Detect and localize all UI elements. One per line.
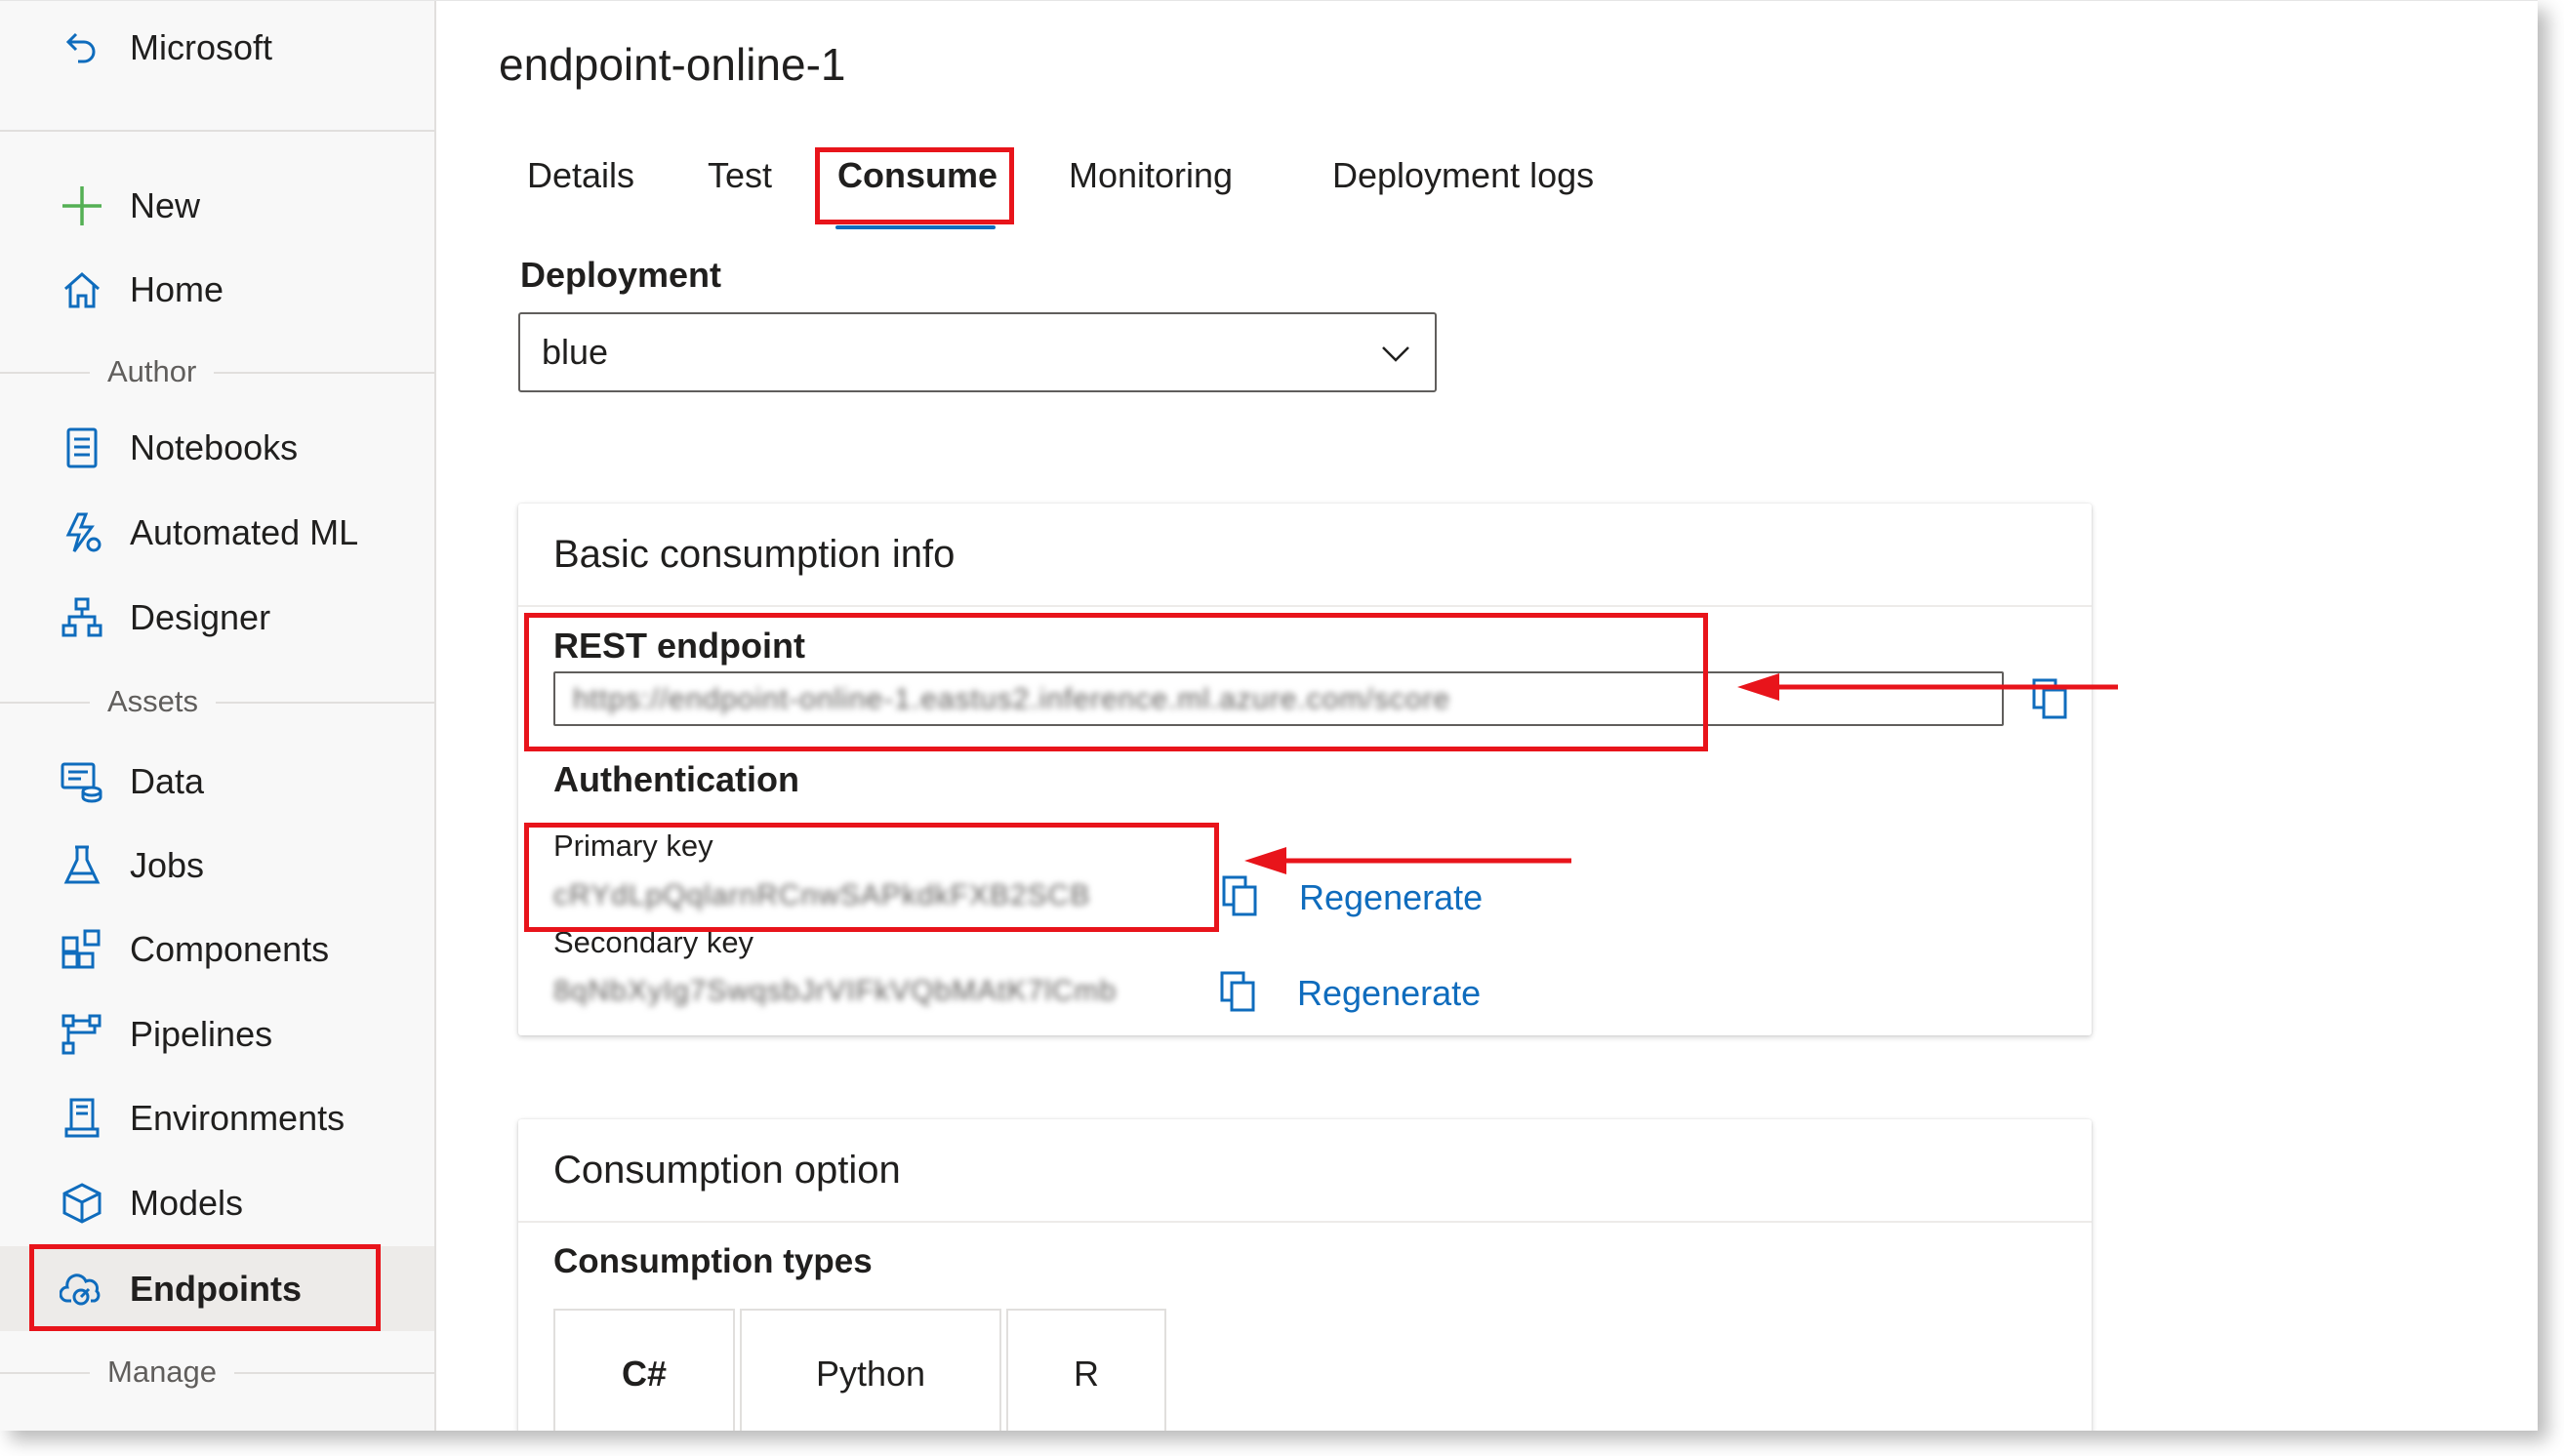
nav-item-notebooks[interactable]: Notebooks — [0, 409, 434, 487]
plus-icon — [59, 182, 105, 229]
nav-item-designer[interactable]: Designer — [0, 579, 434, 657]
nav-label: Pipelines — [130, 1014, 273, 1054]
copy-icon[interactable] — [1221, 874, 1260, 917]
nav-label: Jobs — [130, 845, 205, 885]
regenerate-secondary-link[interactable]: Regenerate — [1297, 973, 1481, 1014]
left-nav: Microsoft New Home Author Notebooks Auto… — [0, 1, 436, 1431]
nav-label: Environments — [130, 1098, 346, 1138]
nav-item-models[interactable]: Models — [0, 1164, 434, 1242]
annotation-box-rest-endpoint — [524, 613, 1708, 751]
nav-item-environments[interactable]: Environments — [0, 1079, 434, 1157]
page-title: endpoint-online-1 — [499, 39, 846, 90]
nav-header: Microsoft — [0, 1, 434, 132]
basic-consumption-card: Basic consumption info REST endpoint htt… — [518, 504, 2092, 1035]
consumption-types-label: Consumption types — [553, 1242, 873, 1280]
nav-item-data[interactable]: Data — [0, 743, 434, 821]
nav-label: Data — [130, 761, 205, 801]
chevron-down-icon — [1380, 338, 1411, 369]
nav-section-manage: Manage — [0, 1353, 434, 1392]
home-icon — [59, 266, 105, 313]
annotation-box-primary-key — [524, 823, 1219, 932]
nav-item-components[interactable]: Components — [0, 910, 434, 989]
deployment-dropdown[interactable]: blue — [518, 312, 1437, 392]
tab-monitoring[interactable]: Monitoring — [1069, 155, 1233, 196]
nav-section-author: Author — [0, 352, 434, 391]
active-tab-indicator — [835, 225, 996, 229]
regenerate-primary-link[interactable]: Regenerate — [1299, 877, 1483, 918]
card-title: Basic consumption info — [553, 533, 956, 576]
tab-test[interactable]: Test — [708, 155, 772, 196]
nav-item-new[interactable]: New — [0, 167, 434, 245]
annotation-arrow-rest — [1737, 673, 2118, 701]
nav-label: Automated ML — [130, 512, 359, 552]
nav-section-assets: Assets — [0, 682, 434, 721]
annotation-box-endpoints — [29, 1244, 381, 1331]
nav-label: Notebooks — [130, 427, 299, 467]
type-r-button[interactable]: R — [1006, 1309, 1166, 1431]
notebook-icon — [59, 425, 105, 471]
copy-icon[interactable] — [1219, 970, 1258, 1013]
flask-icon — [59, 842, 105, 889]
automated-ml-icon — [59, 509, 105, 556]
tab-deployment-logs[interactable]: Deployment logs — [1332, 155, 1594, 196]
environments-icon — [59, 1095, 105, 1142]
nav-item-automated-ml[interactable]: Automated ML — [0, 494, 434, 572]
nav-item-jobs[interactable]: Jobs — [0, 827, 434, 905]
annotation-arrow-primary — [1244, 847, 1571, 874]
type-csharp-button[interactable]: C# — [553, 1309, 735, 1431]
back-arrow-icon — [59, 24, 105, 71]
nav-label: Components — [130, 929, 330, 969]
card-title: Consumption option — [553, 1149, 901, 1192]
deployment-label: Deployment — [520, 255, 722, 295]
designer-icon — [59, 594, 105, 641]
tab-details[interactable]: Details — [527, 155, 634, 196]
card-divider — [518, 605, 2092, 607]
authentication-label: Authentication — [553, 759, 799, 799]
nav-item-home[interactable]: Home — [0, 251, 434, 329]
type-python-button[interactable]: Python — [740, 1309, 1001, 1431]
components-icon — [59, 926, 105, 973]
card-divider — [518, 1221, 2092, 1223]
pipelines-icon — [59, 1011, 105, 1058]
deployment-selected-value: blue — [542, 332, 609, 372]
secondary-key-value: 8qNbXyIg7SwqsbJrVIFkVQbMAtK7lCmb — [553, 975, 1118, 1007]
org-name: Microsoft — [130, 27, 273, 67]
data-icon — [59, 758, 105, 805]
nav-label: New — [130, 185, 201, 225]
nav-label: Home — [130, 269, 224, 309]
nav-item-pipelines[interactable]: Pipelines — [0, 995, 434, 1073]
annotation-box-consume-tab — [815, 147, 1014, 224]
nav-label: Designer — [130, 597, 271, 637]
cube-icon — [59, 1180, 105, 1227]
app-window: Microsoft New Home Author Notebooks Auto… — [0, 0, 2538, 1431]
nav-label: Models — [130, 1183, 244, 1223]
org-switcher[interactable]: Microsoft — [0, 9, 434, 87]
